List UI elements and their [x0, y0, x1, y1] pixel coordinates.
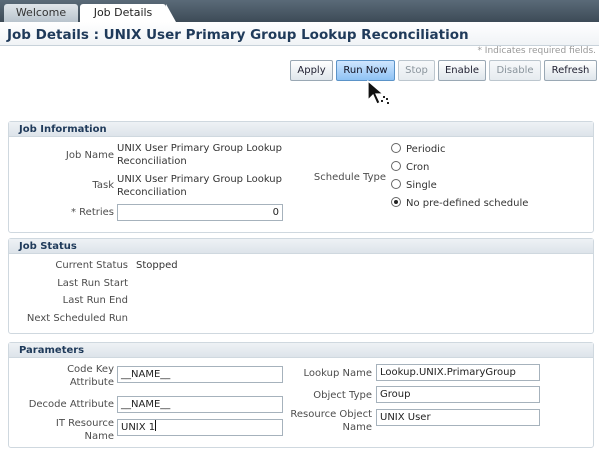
code-key-label-line1: Code Key — [67, 364, 114, 375]
job-name-value-line1: UNIX User Primary Group Lookup — [117, 143, 282, 154]
resource-object-name-input[interactable]: UNIX User — [376, 409, 540, 426]
schedule-cron-option[interactable]: Cron — [391, 161, 429, 173]
radio-no-schedule-label: No pre-defined schedule — [406, 198, 529, 209]
tab-strip: Welcome Job Details — [0, 0, 599, 22]
schedule-periodic-option[interactable]: Periodic — [391, 143, 445, 155]
object-type-input[interactable]: Group — [376, 386, 540, 403]
tab-edge — [166, 4, 176, 22]
it-resource-name-input[interactable]: UNIX 1 — [117, 419, 283, 436]
refresh-button[interactable]: Refresh — [544, 60, 597, 81]
decode-attribute-label: Decode Attribute — [28, 399, 114, 410]
schedule-single-option[interactable]: Single — [391, 179, 437, 191]
lookup-name-label: Lookup Name — [303, 368, 372, 379]
parameters-header: Parameters — [9, 343, 593, 358]
last-run-end-label: Last Run End — [62, 295, 128, 306]
it-resource-label-line2: Name — [84, 431, 114, 442]
job-name-label: Job Name — [65, 150, 114, 161]
current-status-label: Current Status — [55, 260, 128, 271]
it-resource-value: UNIX 1 — [121, 422, 156, 433]
tab-job-details[interactable]: Job Details — [80, 4, 166, 22]
resource-object-label-line1: Resource Object — [290, 409, 372, 420]
stop-button[interactable]: Stop — [398, 60, 435, 81]
run-now-button[interactable]: Run Now — [336, 60, 395, 81]
job-name-value-line2: Reconciliation — [117, 156, 187, 167]
radio-cron[interactable] — [391, 161, 401, 171]
schedule-none-option[interactable]: No pre-defined schedule — [391, 197, 528, 209]
it-resource-label-line1: IT Resource — [55, 418, 114, 429]
enable-button[interactable]: Enable — [438, 60, 486, 81]
code-key-label-line2: Attribute — [69, 377, 114, 388]
last-run-start-label: Last Run Start — [57, 278, 128, 289]
radio-single[interactable] — [391, 179, 401, 189]
page-title: Job Details : UNIX User Primary Group Lo… — [7, 27, 469, 43]
retries-input[interactable]: 0 — [117, 204, 283, 221]
task-value-line2: Reconciliation — [117, 187, 187, 198]
radio-periodic-label: Periodic — [406, 144, 446, 155]
job-status-header: Job Status — [9, 239, 593, 254]
current-status-value: Stopped — [136, 260, 178, 271]
title-bar: Job Details : UNIX User Primary Group Lo… — [0, 22, 599, 46]
resource-object-label-line2: Name — [342, 422, 372, 433]
action-toolbar: Apply Run Now Stop Enable Disable Refres… — [0, 60, 599, 82]
schedule-type-label: Schedule Type — [313, 172, 386, 183]
task-value-line1: UNIX User Primary Group Lookup — [117, 174, 282, 185]
text-caret — [155, 420, 157, 431]
disable-button[interactable]: Disable — [489, 60, 541, 81]
radio-cron-label: Cron — [406, 162, 430, 173]
radio-no-schedule[interactable] — [391, 197, 401, 207]
apply-button[interactable]: Apply — [290, 60, 333, 81]
mouse-pointer-icon — [367, 80, 389, 105]
retries-label: * Retries — [70, 207, 114, 218]
code-key-attribute-input[interactable]: __NAME__ — [117, 366, 283, 383]
tab-welcome[interactable]: Welcome — [4, 4, 78, 22]
lookup-name-input[interactable]: Lookup.UNIX.PrimaryGroup — [376, 364, 540, 381]
job-information-header: Job Information — [9, 122, 593, 137]
radio-periodic[interactable] — [391, 143, 401, 153]
decode-attribute-input[interactable]: __NAME__ — [117, 396, 283, 413]
required-fields-note: * Indicates required fields. — [477, 46, 596, 56]
task-label: Task — [92, 180, 114, 191]
next-scheduled-run-label: Next Scheduled Run — [26, 313, 128, 324]
radio-single-label: Single — [406, 180, 437, 191]
object-type-label: Object Type — [313, 390, 372, 401]
